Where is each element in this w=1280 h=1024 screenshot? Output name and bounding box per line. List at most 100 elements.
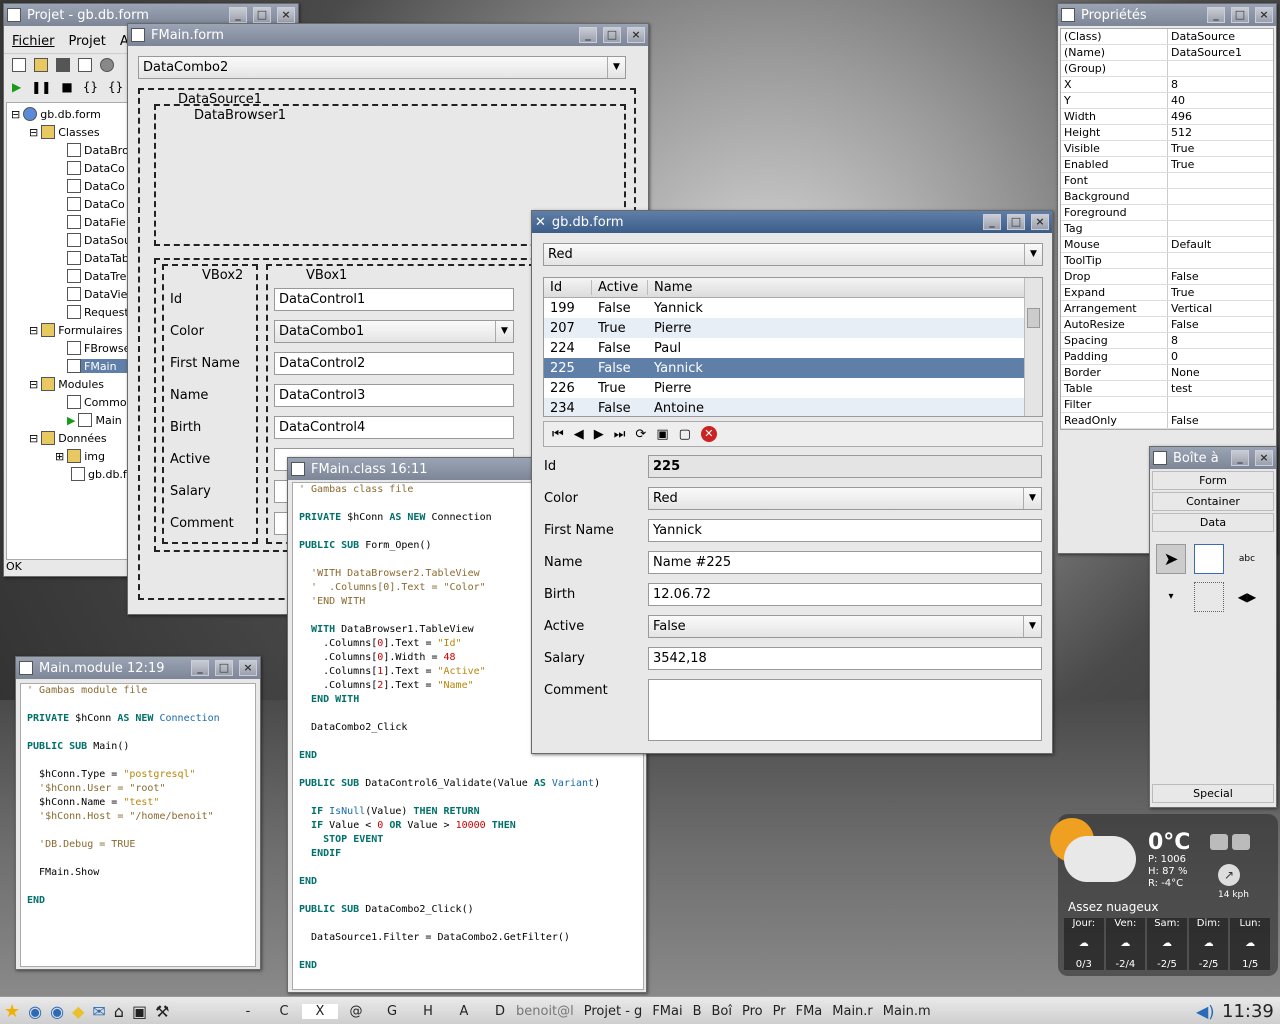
property-value[interactable]: Vertical <box>1168 301 1215 316</box>
tree-item-class[interactable]: DataVie <box>67 287 127 301</box>
maximize-button[interactable]: □ <box>603 27 621 43</box>
close-button[interactable]: × <box>1255 450 1273 466</box>
chevron-down-icon[interactable]: ▼ <box>1024 244 1042 265</box>
property-value[interactable] <box>1168 221 1174 236</box>
tree-formulaires[interactable]: ⊟ Formulaires <box>29 323 123 337</box>
property-value[interactable]: True <box>1168 285 1197 300</box>
first-record-icon[interactable]: ⏮ <box>552 427 564 442</box>
save-icon[interactable]: ▣ <box>656 427 668 442</box>
pointer-icon[interactable]: ➤ <box>1156 544 1186 574</box>
task-item[interactable]: Pr <box>773 1004 786 1019</box>
task-item[interactable]: FMai <box>652 1004 682 1019</box>
open-icon[interactable] <box>34 58 48 72</box>
comment-field[interactable] <box>648 679 1042 741</box>
tree-item-class[interactable]: DataTab <box>67 251 129 265</box>
property-row[interactable]: ToolTip <box>1061 253 1273 269</box>
table-row[interactable]: 224 False Paul <box>544 338 1042 358</box>
design-label-name[interactable]: Name <box>170 388 208 403</box>
property-row[interactable]: Arrangement Vertical <box>1061 301 1273 317</box>
minimize-button[interactable]: _ <box>1231 450 1249 466</box>
grid-scrollbar[interactable] <box>1024 278 1042 416</box>
close-button[interactable]: × <box>239 660 257 676</box>
design-label-birth[interactable]: Birth <box>170 420 201 435</box>
tree-classes[interactable]: ⊟ Classes <box>29 125 100 139</box>
delete-icon[interactable]: ✕ <box>700 426 717 442</box>
chevron-down-icon[interactable]: ▼ <box>1023 488 1041 509</box>
name-field[interactable]: Name #225 <box>648 551 1042 574</box>
maximize-button[interactable]: □ <box>253 7 271 23</box>
new-icon[interactable] <box>12 58 26 72</box>
step-icon[interactable]: {} <box>83 80 98 94</box>
birth-field[interactable]: 12.06.72 <box>648 583 1042 606</box>
property-row[interactable]: Expand True <box>1061 285 1273 301</box>
property-value[interactable] <box>1168 205 1174 220</box>
design-label-firstname[interactable]: First Name <box>170 356 240 371</box>
properties-icon[interactable] <box>78 58 92 72</box>
table-row-selected[interactable]: 225 False Yannick <box>544 358 1024 378</box>
module-titlebar[interactable]: Main.module 12:19 _ □ × <box>16 657 260 679</box>
col-id[interactable]: Id <box>544 280 592 295</box>
tree-item-form[interactable]: FBrowse <box>67 341 129 355</box>
property-row[interactable]: (Name) DataSource1 <box>1061 45 1273 61</box>
settings-icon[interactable] <box>1210 834 1228 850</box>
property-value[interactable] <box>1168 253 1174 268</box>
tree-root[interactable]: ⊟ gb.db.form <box>11 107 101 121</box>
property-value[interactable]: 496 <box>1168 109 1195 124</box>
tree-item-class[interactable]: Request <box>67 305 129 319</box>
active-combo[interactable]: False ▼ <box>648 615 1042 638</box>
property-row[interactable]: (Group) <box>1061 61 1273 77</box>
tree-modules[interactable]: ⊟ Modules <box>29 377 104 391</box>
table-row[interactable]: 234 False Antoine <box>544 398 1042 416</box>
tree-item-class[interactable]: DataCo <box>67 161 125 175</box>
datacontrol3[interactable]: DataControl3 <box>274 384 514 407</box>
property-value[interactable]: False <box>1168 413 1202 428</box>
minimize-button[interactable]: _ <box>579 27 597 43</box>
desktop-button-active[interactable]: X <box>302 1003 338 1019</box>
table-row[interactable]: 226 True Pierre <box>544 378 1042 398</box>
property-row[interactable]: Table test <box>1061 381 1273 397</box>
property-row[interactable]: Height 512 <box>1061 125 1273 141</box>
design-label-salary[interactable]: Salary <box>170 484 211 499</box>
clock[interactable]: 11:39 <box>1222 1000 1274 1022</box>
tree-item-module[interactable]: Commo <box>67 395 127 409</box>
close-button[interactable]: × <box>277 7 295 23</box>
task-item[interactable]: Projet - g <box>584 1004 643 1019</box>
kmenu-icon[interactable]: ★ <box>4 1001 20 1022</box>
notes-icon[interactable]: ◆ <box>72 1002 84 1021</box>
pause-icon[interactable]: ❚❚ <box>31 80 51 94</box>
property-value[interactable]: 8 <box>1168 333 1181 348</box>
property-row[interactable]: Width 496 <box>1061 109 1273 125</box>
last-record-icon[interactable]: ⏭ <box>614 427 626 442</box>
property-value[interactable] <box>1168 189 1174 204</box>
props-titlebar[interactable]: Propriétés _ □ × <box>1058 4 1276 26</box>
minimize-button[interactable]: _ <box>983 214 1001 230</box>
datatable-icon[interactable] <box>1194 582 1224 612</box>
salary-field[interactable]: 3542,18 <box>648 647 1042 670</box>
tab-special[interactable]: Special <box>1152 784 1274 803</box>
dbform-titlebar[interactable]: ✕ gb.db.form _ □ × <box>532 211 1052 233</box>
col-active[interactable]: Active <box>592 280 648 295</box>
save-icon[interactable] <box>56 58 70 72</box>
records-grid[interactable]: Id Active Name 199 False Yannick 207 True Pi… <box>543 277 1043 417</box>
close-button[interactable]: × <box>1255 7 1273 23</box>
property-row[interactable]: Y 40 <box>1061 93 1273 109</box>
tab-form[interactable]: Form <box>1152 471 1274 490</box>
property-value[interactable] <box>1168 397 1174 412</box>
menu-fichier[interactable]: Fichier <box>12 34 55 49</box>
close-button[interactable]: × <box>627 27 645 43</box>
property-row[interactable]: Padding 0 <box>1061 349 1273 365</box>
properties-table[interactable]: (Class) DataSource (Name) DataSource1 (Group… <box>1060 28 1274 430</box>
fmain-titlebar[interactable]: FMain.form _ □ × <box>128 24 648 46</box>
menu-projet[interactable]: Projet <box>69 34 106 49</box>
task-item[interactable]: B <box>693 1004 702 1019</box>
property-value[interactable]: False <box>1168 269 1202 284</box>
datasource-icon[interactable] <box>1194 544 1224 574</box>
datacombo-icon[interactable]: ▾ <box>1156 582 1186 612</box>
property-value[interactable]: 0 <box>1168 349 1181 364</box>
property-row[interactable]: Mouse Default <box>1061 237 1273 253</box>
tree-item-folder[interactable]: ⊞ img <box>55 449 105 463</box>
property-row[interactable]: Background <box>1061 189 1273 205</box>
desktop-button[interactable]: @ <box>338 1004 374 1019</box>
tree-item-form-selected[interactable]: FMain <box>67 359 129 373</box>
task-item[interactable]: Main.r <box>832 1004 873 1019</box>
